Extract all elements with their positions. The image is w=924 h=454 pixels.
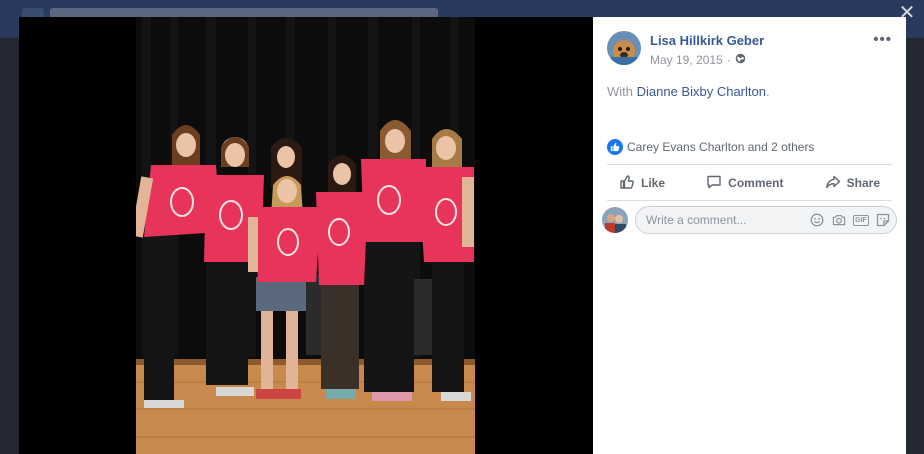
like-label: Like xyxy=(641,176,666,190)
tagged-person-link[interactable]: Dianne Bixby Charlton xyxy=(637,84,766,99)
speech-bubble-icon xyxy=(706,174,722,193)
share-label: Share xyxy=(846,176,880,190)
divider xyxy=(607,200,892,201)
share-button[interactable]: Share xyxy=(813,174,892,193)
more-options-button[interactable]: ••• xyxy=(873,31,892,48)
post-details-panel: Lisa Hillkirk Geber May 19, 2015 · ••• W… xyxy=(593,17,906,454)
tagged-with: With Dianne Bixby Charlton. xyxy=(607,84,770,99)
reactions-summary[interactable]: Carey Evans Charlton and 2 others xyxy=(607,139,814,155)
with-prefix: With xyxy=(607,84,637,99)
comment-input[interactable] xyxy=(646,213,810,227)
share-arrow-icon xyxy=(825,174,841,193)
gif-icon[interactable]: GIF xyxy=(853,213,869,227)
photo-viewer xyxy=(19,17,593,454)
comment-button[interactable]: Comment xyxy=(694,174,795,193)
globe-icon xyxy=(735,53,746,67)
group-photo-illustration xyxy=(136,17,475,454)
current-user-avatar[interactable] xyxy=(602,207,628,233)
comment-composer: GIF xyxy=(602,205,897,235)
thumbs-up-icon xyxy=(619,174,635,193)
comment-label: Comment xyxy=(728,176,784,190)
divider xyxy=(607,164,892,165)
camera-icon[interactable] xyxy=(832,213,846,227)
post-meta: May 19, 2015 · xyxy=(650,53,746,67)
meta-separator: · xyxy=(726,53,731,67)
emoji-icon[interactable] xyxy=(810,213,824,227)
like-icon xyxy=(607,139,623,155)
with-suffix: . xyxy=(765,84,770,99)
author-avatar[interactable] xyxy=(607,31,641,65)
like-button[interactable]: Like xyxy=(607,174,677,193)
reactions-text: Carey Evans Charlton and 2 others xyxy=(627,140,815,154)
post-date[interactable]: May 19, 2015 xyxy=(650,53,723,67)
comment-input-box[interactable]: GIF xyxy=(635,206,897,234)
comment-tools: GIF xyxy=(810,213,890,227)
sticker-icon[interactable] xyxy=(876,213,890,227)
author-name[interactable]: Lisa Hillkirk Geber xyxy=(650,33,764,48)
post-actions: Like Comment Share xyxy=(607,168,892,198)
post-photo[interactable] xyxy=(136,17,475,454)
